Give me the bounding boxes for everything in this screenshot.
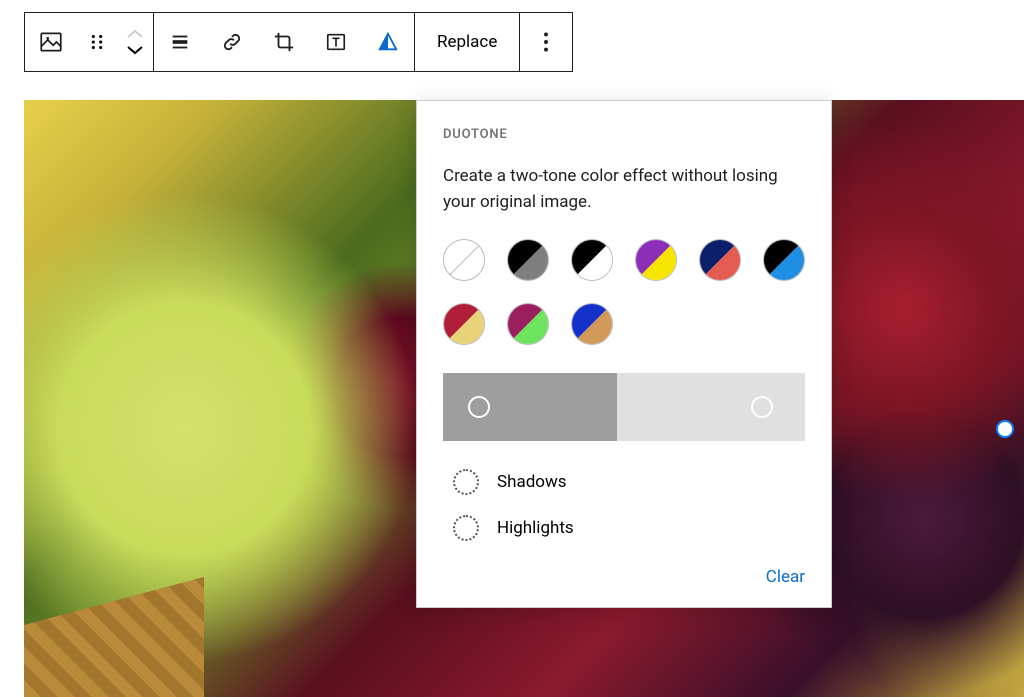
duotone-preset-none[interactable]: [443, 239, 485, 281]
duotone-preset-purple-yellow[interactable]: [635, 239, 677, 281]
text-overlay-button[interactable]: [310, 13, 362, 71]
duotone-preset-magenta-green[interactable]: [507, 303, 549, 345]
toolbar-group-format: [154, 13, 415, 71]
block-toolbar: Replace: [24, 12, 573, 72]
duotone-preset-black-gray[interactable]: [507, 239, 549, 281]
toolbar-group-more: [520, 13, 572, 71]
duotone-preset-black-white[interactable]: [571, 239, 613, 281]
duotone-preset-navy-red[interactable]: [699, 239, 741, 281]
resize-handle-right[interactable]: [996, 420, 1014, 438]
toolbar-group-replace: Replace: [415, 13, 520, 71]
more-options-button[interactable]: [520, 13, 572, 71]
shadows-label: Shadows: [497, 472, 567, 492]
duotone-preset-blue-tan[interactable]: [571, 303, 613, 345]
duotone-color-pickers: Shadows Highlights: [443, 469, 805, 541]
duotone-title: DUOTONE: [443, 127, 805, 142]
gradient-stop-highlights[interactable]: [751, 396, 773, 418]
duotone-gradient-bar[interactable]: [443, 373, 805, 441]
block-type-image-button[interactable]: [25, 13, 77, 71]
move-down-button[interactable]: [125, 44, 145, 56]
duotone-footer: Clear: [443, 567, 805, 587]
align-button[interactable]: [154, 13, 206, 71]
link-button[interactable]: [206, 13, 258, 71]
highlights-color-indicator: [453, 515, 479, 541]
highlights-picker[interactable]: Highlights: [453, 515, 805, 541]
shadows-color-indicator: [453, 469, 479, 495]
block-movers: [117, 28, 153, 56]
duotone-preset-list: [443, 239, 805, 345]
highlights-label: Highlights: [497, 518, 574, 538]
drag-handle-icon[interactable]: [77, 31, 117, 53]
gradient-stop-shadows[interactable]: [468, 396, 490, 418]
move-up-button[interactable]: [125, 28, 145, 40]
crop-button[interactable]: [258, 13, 310, 71]
clear-button[interactable]: Clear: [766, 567, 805, 587]
duotone-button[interactable]: [362, 13, 414, 71]
shadows-picker[interactable]: Shadows: [453, 469, 805, 495]
duotone-preset-crimson-sand[interactable]: [443, 303, 485, 345]
replace-button[interactable]: Replace: [415, 13, 519, 71]
duotone-popover: DUOTONE Create a two-tone color effect w…: [416, 100, 832, 608]
toolbar-group-block: [25, 13, 154, 71]
duotone-preset-black-blue[interactable]: [763, 239, 805, 281]
duotone-description: Create a two-tone color effect without l…: [443, 164, 805, 215]
